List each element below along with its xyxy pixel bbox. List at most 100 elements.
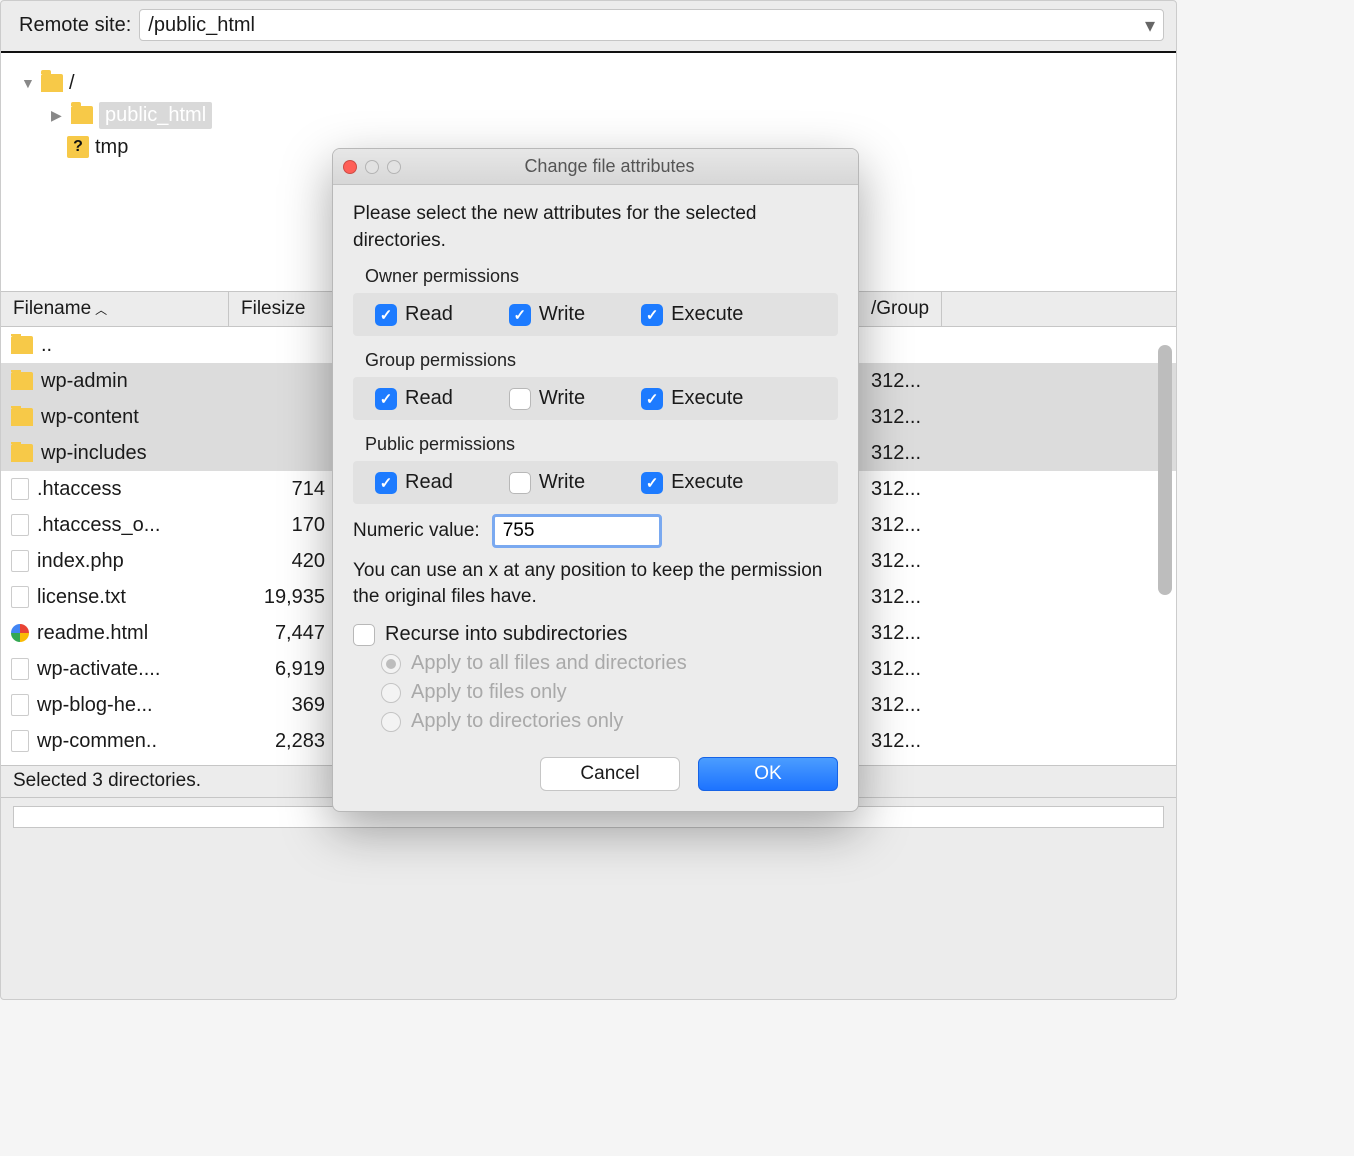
status-text: Selected 3 directories.	[13, 770, 201, 791]
file-name: .htaccess	[37, 478, 121, 501]
radio-icon	[381, 683, 401, 703]
dialog-instruction: Please select the new attributes for the…	[353, 201, 838, 254]
sort-ascending-icon: ︿	[95, 301, 107, 318]
file-name: index.php	[37, 550, 124, 573]
column-header-filesize[interactable]: Filesize	[229, 292, 339, 326]
close-icon[interactable]	[343, 160, 357, 174]
file-size-cell: 19,935	[229, 586, 339, 609]
column-header-filename[interactable]: Filename ︿	[1, 292, 229, 326]
remote-path-combobox[interactable]: /public_html ▾	[139, 9, 1164, 41]
file-icon	[11, 478, 29, 500]
dialog-titlebar[interactable]: Change file attributes	[333, 149, 858, 185]
file-name-cell: wp-activate....	[1, 658, 229, 681]
file-name: wp-commen..	[37, 730, 157, 753]
file-name-cell: wp-includes	[1, 442, 229, 465]
group-read-checkbox[interactable]: Read	[375, 387, 453, 410]
file-group-cell: 312...	[859, 586, 921, 609]
permissions-hint: You can use an x at any position to keep…	[353, 558, 838, 609]
apply-files-radio[interactable]: Apply to files only	[381, 681, 838, 704]
owner-write-checkbox[interactable]: Write	[509, 303, 585, 326]
file-name-cell: wp-blog-he...	[1, 694, 229, 717]
owner-read-checkbox[interactable]: Read	[375, 303, 453, 326]
file-icon	[11, 514, 29, 536]
folder-icon	[11, 444, 33, 462]
folder-icon	[11, 372, 33, 390]
checkbox-icon	[375, 388, 397, 410]
file-group-cell: 312...	[859, 658, 921, 681]
owner-permissions-label: Owner permissions	[353, 262, 838, 291]
disclosure-triangle-icon[interactable]: ▼	[21, 75, 35, 91]
cancel-button[interactable]: Cancel	[540, 757, 680, 791]
disclosure-triangle-icon[interactable]: ▶	[51, 107, 65, 124]
column-header-group[interactable]: /Group	[859, 292, 942, 326]
file-name: wp-content	[41, 406, 139, 429]
maximize-icon[interactable]	[387, 160, 401, 174]
file-group-cell: 312...	[859, 622, 921, 645]
checkbox-icon	[353, 624, 375, 646]
minimize-icon[interactable]	[365, 160, 379, 174]
owner-permissions-group: Owner permissions Read Write Execute	[353, 262, 838, 336]
remote-site-row: Remote site: /public_html ▾	[1, 1, 1176, 53]
remote-site-label: Remote site:	[19, 14, 131, 37]
checkbox-icon	[641, 304, 663, 326]
group-permissions-row: Read Write Execute	[353, 377, 838, 420]
file-name-cell: .htaccess_o...	[1, 514, 229, 537]
file-name-cell: wp-commen..	[1, 730, 229, 753]
group-write-checkbox[interactable]: Write	[509, 387, 585, 410]
checkbox-icon	[375, 472, 397, 494]
numeric-value-row: Numeric value:	[353, 514, 838, 548]
checkbox-icon	[375, 304, 397, 326]
file-icon	[11, 694, 29, 716]
public-permissions-row: Read Write Execute	[353, 461, 838, 504]
apply-all-radio[interactable]: Apply to all files and directories	[381, 652, 838, 675]
public-permissions-group: Public permissions Read Write Execute	[353, 430, 838, 504]
folder-icon	[11, 336, 33, 354]
file-icon	[11, 658, 29, 680]
file-name-cell: wp-admin	[1, 370, 229, 393]
file-name: wp-includes	[41, 442, 147, 465]
ok-button[interactable]: OK	[698, 757, 838, 791]
public-read-checkbox[interactable]: Read	[375, 471, 453, 494]
radio-icon	[381, 654, 401, 674]
chevron-down-icon[interactable]: ▾	[1145, 13, 1155, 38]
file-size-cell: 369	[229, 694, 339, 717]
file-icon	[11, 586, 29, 608]
checkbox-icon	[509, 304, 531, 326]
numeric-value-input[interactable]	[492, 514, 662, 548]
recurse-options: Apply to all files and directories Apply…	[353, 652, 838, 733]
file-name-cell: readme.html	[1, 622, 229, 645]
owner-execute-checkbox[interactable]: Execute	[641, 303, 743, 326]
file-icon	[11, 730, 29, 752]
public-execute-checkbox[interactable]: Execute	[641, 471, 743, 494]
file-name-cell: index.php	[1, 550, 229, 573]
file-name-cell: license.txt	[1, 586, 229, 609]
tree-root-row[interactable]: ▼ /	[21, 67, 1156, 99]
column-header-label: Filesize	[241, 298, 305, 319]
file-size-cell: 714	[229, 478, 339, 501]
checkbox-icon	[509, 472, 531, 494]
file-name-cell: ..	[1, 334, 229, 357]
group-execute-checkbox[interactable]: Execute	[641, 387, 743, 410]
scrollbar-thumb[interactable]	[1158, 345, 1172, 595]
dialog-body: Please select the new attributes for the…	[333, 185, 858, 811]
owner-permissions-row: Read Write Execute	[353, 293, 838, 336]
column-header-label: Filename	[13, 298, 91, 320]
column-header-label: /Group	[871, 298, 929, 319]
file-group-cell: 312...	[859, 442, 921, 465]
file-name: wp-admin	[41, 370, 128, 393]
group-permissions-label: Group permissions	[353, 346, 838, 375]
dialog-button-row: Cancel OK	[353, 757, 838, 791]
file-name-cell: wp-content	[1, 406, 229, 429]
folder-icon	[41, 74, 63, 92]
public-permissions-label: Public permissions	[353, 430, 838, 459]
file-name: wp-blog-he...	[37, 694, 153, 717]
public-write-checkbox[interactable]: Write	[509, 471, 585, 494]
file-group-cell: 312...	[859, 478, 921, 501]
tree-item-public-html[interactable]: ▶ public_html	[21, 99, 1156, 131]
apply-dirs-radio[interactable]: Apply to directories only	[381, 710, 838, 733]
recurse-checkbox[interactable]: Recurse into subdirectories	[353, 623, 838, 646]
folder-icon	[11, 408, 33, 426]
folder-icon	[71, 106, 93, 124]
file-name: license.txt	[37, 586, 126, 609]
file-name-cell: .htaccess	[1, 478, 229, 501]
